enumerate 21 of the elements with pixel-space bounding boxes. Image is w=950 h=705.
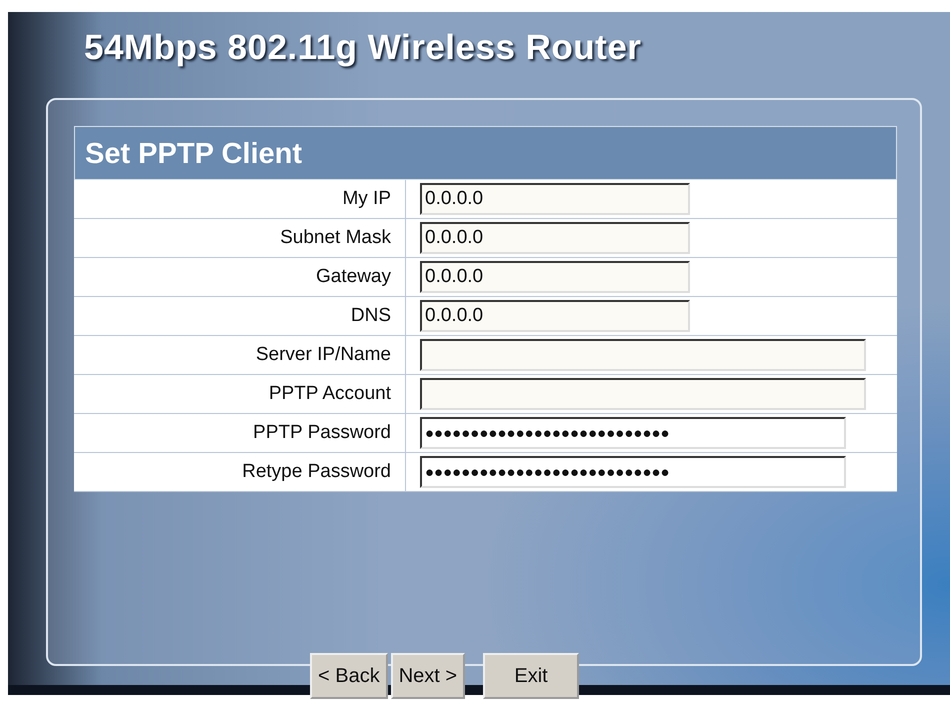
input-field[interactable]: ●●●●●●●●●●●●●●●●●●●●●●●●●●● (420, 456, 846, 488)
field-label: DNS (350, 305, 391, 327)
input-field[interactable] (420, 378, 866, 410)
nav-button[interactable]: Next > (390, 653, 466, 699)
input-field[interactable]: ●●●●●●●●●●●●●●●●●●●●●●●●●●● (420, 417, 846, 449)
product-title: 54Mbps 802.11g Wireless Router (83, 27, 642, 69)
nav-button[interactable]: Exit (483, 653, 580, 699)
field-label: Server IP/Name (256, 344, 391, 366)
field-label: PPTP Password (253, 422, 391, 444)
field-label: PPTP Account (268, 383, 391, 405)
input-field[interactable]: 0.0.0.0 (420, 222, 690, 254)
field-label: Retype Password (242, 461, 391, 483)
field-label: Gateway (316, 266, 391, 288)
nav-button[interactable]: < Back (310, 653, 388, 699)
field-label: My IP (342, 188, 391, 210)
input-field[interactable]: 0.0.0.0 (420, 261, 690, 293)
input-field[interactable]: 0.0.0.0 (420, 183, 690, 215)
form-title: Set PPTP Client (74, 126, 897, 180)
input-field[interactable] (420, 339, 866, 371)
input-field[interactable]: 0.0.0.0 (420, 300, 690, 332)
field-label: Subnet Mask (280, 227, 391, 249)
